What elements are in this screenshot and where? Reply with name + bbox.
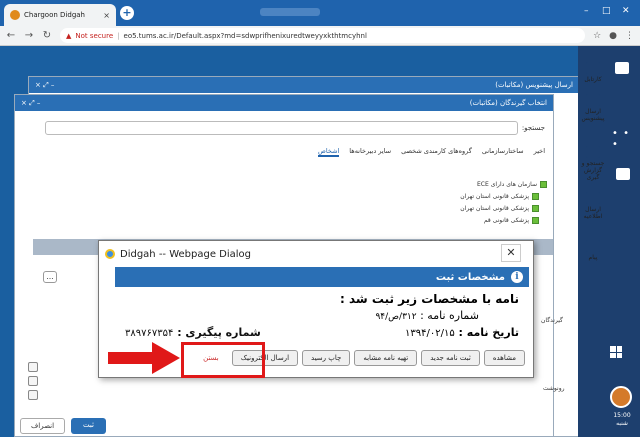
blurred-window-title — [260, 8, 320, 16]
star-icon[interactable]: ☆ — [593, 31, 601, 41]
chat-icon — [586, 240, 600, 252]
address-bar[interactable]: ▲ Not secure | eo5.tums.ac.ir/Default.as… — [60, 28, 586, 43]
checkbox-icon[interactable] — [532, 193, 539, 200]
security-label: Not secure — [75, 31, 114, 40]
close-window-button[interactable]: ✕ — [622, 6, 630, 16]
tab-personal-groups[interactable]: گروه‌های کارمندی شخصی — [401, 147, 472, 157]
dialog-close-button[interactable]: ✕ — [501, 244, 521, 262]
forward-arrow-icon[interactable]: → — [24, 30, 34, 41]
maximize-button[interactable]: □ — [602, 6, 611, 16]
similar-letter-button[interactable]: تهیه نامه مشابه — [354, 350, 418, 366]
cc-label: رونوشت — [543, 385, 565, 392]
dialog-titlebar: Didgah -- Webpage Dialog ✕ — [99, 241, 533, 267]
more-options-button[interactable]: … — [43, 271, 57, 283]
letter-number-row: شماره نامه : ۳۱۲/ص/۹۴ — [125, 308, 519, 325]
tree-item[interactable]: پزشکی قانونی استان تهران — [457, 203, 547, 215]
browser-toolbar: ← → ↻ ▲ Not secure | eo5.tums.ac.ir/Defa… — [0, 26, 640, 46]
select-recipients-titlebar: × ⤢ – انتخاب گیرندگان (مکاتبات) — [15, 95, 553, 111]
form-actions: انصراف ثبت — [20, 418, 106, 434]
checkbox-icon[interactable] — [540, 181, 547, 188]
briefcase-icon — [615, 62, 629, 74]
tab-other-secretariats[interactable]: سایر دبیرخانه‌ها — [349, 147, 391, 157]
date-tracking-row: تاریخ نامه : ۱۳۹۴/۰۲/۱۵ شماره پیگیری : ۳… — [125, 325, 519, 342]
sidebar-item-draft[interactable] — [608, 62, 636, 76]
tab-persons[interactable]: اشخاص — [317, 147, 340, 157]
more-dots-icon[interactable]: • • • — [612, 128, 640, 150]
submit-button[interactable]: ثبت — [71, 418, 106, 434]
sidebar-item-notice-alt[interactable] — [612, 168, 634, 182]
redo-icon[interactable] — [28, 376, 38, 386]
cancel-button[interactable]: انصراف — [20, 418, 66, 434]
tree-item[interactable]: پزشکی قانونی قم — [457, 215, 547, 227]
avatar[interactable] — [610, 386, 632, 408]
print-receipt-button[interactable]: چاپ رسید — [302, 350, 351, 366]
delete-icon[interactable] — [28, 390, 38, 400]
search-label: جستجو: — [521, 124, 545, 132]
tab-recent[interactable]: اخیر — [534, 147, 545, 157]
tracking-value: ۳۸۹۷۶۷۳۵۴ — [125, 328, 174, 339]
tab-title: Chargoon Didgah — [24, 11, 85, 19]
letter-number-value: ۳۱۲/ص/۹۴ — [375, 312, 417, 322]
left-toolbar — [28, 362, 38, 400]
letter-date-value: ۱۳۹۴/۰۲/۱۵ — [404, 328, 455, 339]
recipient-tabs: اخیر ساختارسازمانی گروه‌های کارمندی شخصی… — [305, 147, 545, 157]
minimize-button[interactable]: – — [584, 6, 589, 16]
inbox-icon — [586, 62, 600, 74]
tracking-label: شماره پیگیری : — [177, 326, 261, 339]
browser-tab[interactable]: Chargoon Didgah × — [4, 4, 116, 26]
send-draft-window-controls[interactable]: × ⤢ – — [35, 81, 54, 90]
sidebar-item-send-draft[interactable]: ارسال پیشنویس — [580, 94, 606, 122]
send-draft-icon — [586, 94, 600, 106]
browser-tab-strip: Chargoon Didgah × + – □ ✕ — [0, 0, 640, 26]
sidebar-item-notice[interactable]: ارسال اطلاعیه — [580, 192, 606, 220]
didgah-favicon-icon — [10, 10, 20, 20]
send-draft-window-titlebar: × ⤢ – ارسال پیشنویس (مکاتبات) — [29, 77, 579, 93]
new-tab-button[interactable]: + — [120, 6, 134, 20]
letter-date-label: تاریخ نامه : — [458, 326, 519, 339]
windows-logo-icon[interactable] — [610, 346, 622, 358]
info-icon: i — [511, 271, 523, 283]
url-text: eo5.tums.ac.ir/Default.aspx?md=sdwprifhe… — [123, 31, 367, 40]
registration-details-body: نامه با مشخصات زیر ثبت شد : شماره نامه :… — [115, 287, 529, 345]
search-input[interactable] — [45, 121, 518, 135]
tab-org-structure[interactable]: ساختارسازمانی — [482, 147, 524, 157]
tree-item[interactable]: پزشکی قانونی استان تهران — [457, 191, 547, 203]
clock: 15:00 شنبه — [606, 412, 638, 428]
letter-number-label: شماره نامه : — [420, 309, 479, 322]
checkbox-icon[interactable] — [532, 217, 539, 224]
select-recipients-controls[interactable]: × ⤢ – — [21, 99, 40, 108]
warning-icon: ▲ — [66, 31, 72, 40]
menu-icon[interactable]: ⋮ — [625, 31, 634, 41]
back-arrow-icon[interactable]: ← — [6, 30, 16, 41]
new-letter-button[interactable]: ثبت نامه جدید — [421, 350, 480, 366]
tree-item[interactable]: سازمان های دارای ECE — [457, 179, 547, 191]
dialog-title: Didgah -- Webpage Dialog — [120, 248, 252, 260]
sidebar-item-inbox[interactable]: کارتابل — [580, 62, 606, 83]
sidebar-item-message[interactable]: پیام — [580, 240, 606, 261]
account-icon[interactable]: ● — [609, 31, 617, 41]
checkbox-icon[interactable] — [532, 205, 539, 212]
registration-message: نامه با مشخصات زیر ثبت شد : — [340, 292, 519, 306]
select-recipients-title: انتخاب گیرندگان (مکاتبات) — [469, 99, 547, 107]
registration-details-title: مشخصات ثبت — [435, 271, 505, 283]
url-separator: | — [117, 31, 120, 40]
tab-close-icon[interactable]: × — [103, 11, 110, 20]
clock-time: 15:00 — [613, 412, 631, 419]
search-report-icon — [586, 146, 600, 158]
recipients-label: گیرندگان — [541, 317, 563, 324]
undo-icon[interactable] — [28, 362, 38, 372]
send-draft-window-title: ارسال پیشنویس (مکاتبات) — [495, 81, 573, 89]
search-row: جستجو: — [45, 121, 545, 135]
registration-details-header: i مشخصات ثبت — [115, 267, 529, 287]
clock-day: شنبه — [616, 420, 628, 427]
sidebar-item-search[interactable]: جستجو و گزارش گیری — [580, 146, 606, 181]
ie-icon — [105, 249, 115, 259]
view-button[interactable]: مشاهده — [483, 350, 525, 366]
highlight-box — [181, 342, 265, 378]
document-icon — [586, 192, 600, 204]
reload-icon[interactable]: ↻ — [42, 30, 52, 41]
pointer-arrow-icon — [108, 342, 180, 374]
recipient-tree: سازمان های دارای ECE پزشکی قانونی استان … — [457, 179, 547, 227]
notice-icon — [616, 168, 630, 180]
